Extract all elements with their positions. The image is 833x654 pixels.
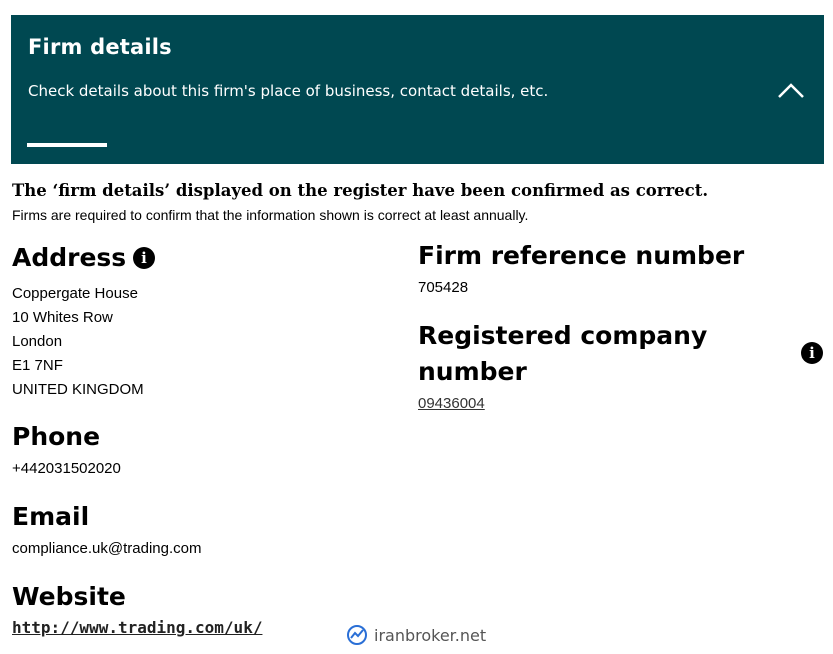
phone-title: Phone [12,422,101,451]
address-line: UNITED KINGDOM [12,381,144,398]
chevron-up-icon [778,83,804,98]
address-line: Coppergate House [12,285,138,302]
phone-value: +442031502020 [12,460,121,477]
firm-reference-title: Firm reference number [418,241,745,270]
address-info-icon[interactable]: i [133,247,155,269]
registered-company-info-icon[interactable]: i [801,342,823,364]
address-line: 10 Whites Row [12,309,113,326]
email-title: Email [12,502,90,531]
chart-trend-icon [347,625,367,645]
firm-reference-value: 705428 [418,279,469,296]
firm-details-banner: Firm details Check details about this fi… [11,15,824,164]
watermark-text: iranbroker.net [374,625,487,645]
email-value: compliance.uk@trading.com [12,540,202,557]
address-line: E1 7NF [12,357,63,374]
address-title: Address [12,243,127,272]
confirmation-subtext: Firms are required to confirm that the i… [12,207,529,223]
watermark: iranbroker.net [346,624,486,646]
registered-company-title-line1: Registered company [418,321,708,350]
banner-underline [27,143,107,147]
registered-company-link[interactable]: 09436004 [418,395,485,412]
address-line: London [12,333,63,350]
website-link[interactable]: http://www.trading.com/uk/ [12,618,262,637]
collapse-toggle-button[interactable] [773,75,809,103]
address-lines: Coppergate House 10 Whites Row London E1… [12,282,144,402]
website-title: Website [12,582,126,611]
confirmation-heading: The ‘firm details’ displayed on the regi… [12,181,709,200]
banner-description: Check details about this firm's place of… [28,82,549,100]
banner-title: Firm details [28,35,172,59]
registered-company-title-line2: number [418,357,527,386]
